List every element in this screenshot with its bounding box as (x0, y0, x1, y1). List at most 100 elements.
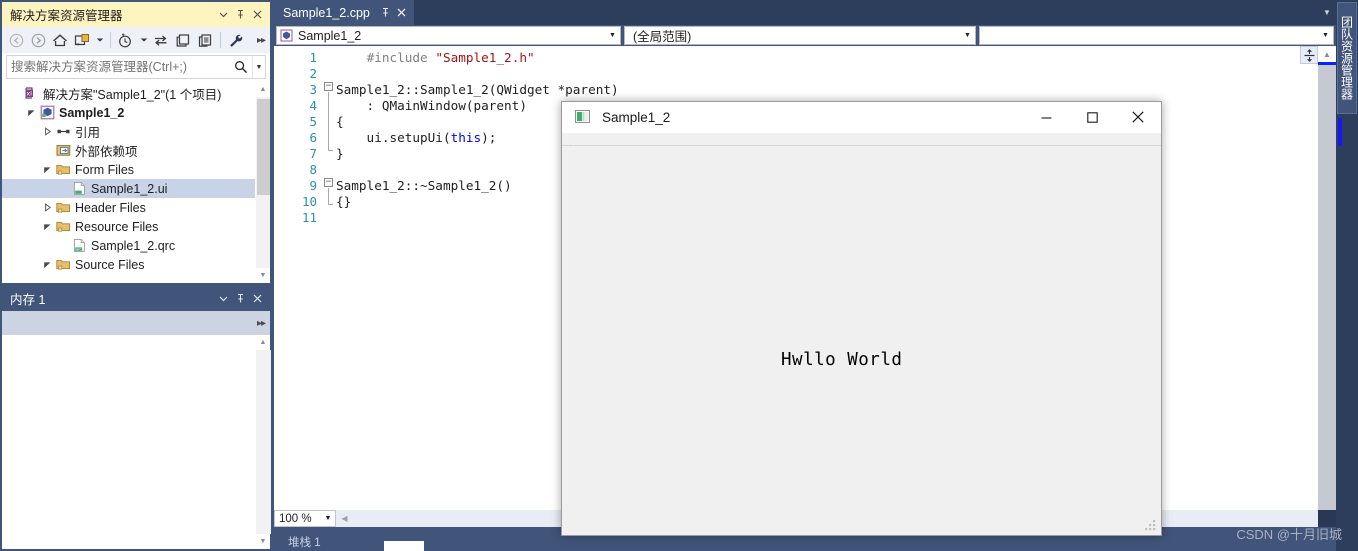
tree-item-sample1_21[interactable]: xI 解决方案"Sample1_2"(1 个项目) (2, 84, 255, 103)
fold-toggle-icon[interactable]: − (324, 82, 333, 91)
search-input[interactable] (7, 60, 230, 74)
expander-expanded-icon[interactable] (40, 260, 54, 269)
expander-expanded-icon[interactable] (40, 165, 54, 174)
tree-item-label: Resource Files (75, 219, 159, 234)
navbar-member-combo[interactable]: (全局范围) ▼ (624, 26, 976, 45)
sync-icon[interactable] (150, 29, 172, 51)
tree-item-sample1_2.qrc[interactable]: qrc Sample1_2.qrc (2, 236, 255, 255)
pending-changes-dropdown-icon[interactable] (137, 29, 150, 51)
class-icon (277, 29, 295, 42)
back-icon[interactable] (5, 29, 27, 51)
tree-item-sample1_2[interactable]: Sample1_2 (2, 103, 255, 122)
caret-left-icon[interactable]: ◀ (336, 510, 353, 527)
tree-item-node2[interactable]: 引用 (2, 122, 255, 141)
scroll-up-icon[interactable]: ▲ (1318, 46, 1336, 62)
scroll-thumb[interactable] (256, 99, 270, 195)
new-folder-dropdown-icon[interactable] (93, 29, 106, 51)
line-number: 4 (309, 98, 317, 113)
pin-icon[interactable] (232, 290, 249, 307)
split-editor-icon[interactable] (1300, 46, 1318, 64)
code-token: ); (481, 130, 497, 145)
editor-tabstrip: Sample1_2.cpp ▼ (274, 0, 1336, 25)
solution-tree[interactable]: xI 解决方案"Sample1_2"(1 个项目) Sample1_2 引用外部依赖项… (2, 82, 255, 283)
solution-explorer-title: 解决方案资源管理器 (10, 9, 123, 23)
pin-icon[interactable] (378, 4, 394, 22)
qt-application-window[interactable]: Sample1_2 Hwllo World (561, 101, 1162, 536)
scroll-track[interactable] (255, 350, 271, 534)
home-icon[interactable] (49, 29, 71, 51)
chevron-down-icon[interactable]: ▼ (321, 515, 335, 522)
pending-changes-icon[interactable] (115, 29, 137, 51)
solution-explorer-search[interactable]: ▼ (6, 55, 266, 79)
solution-tree-scrollbar[interactable]: ▲ ▼ (255, 82, 270, 283)
scroll-up-icon[interactable]: ▲ (256, 335, 271, 350)
chevron-down-icon[interactable] (215, 290, 232, 307)
editor-vertical-scrollbar[interactable]: ▲ (1318, 46, 1336, 510)
code-token: ui.setupUi( (336, 130, 451, 145)
svg-text:qrc: qrc (76, 247, 81, 251)
memory-content-area[interactable] (2, 335, 255, 549)
scroll-down-icon[interactable]: ▼ (256, 534, 271, 549)
expander-collapsed-icon[interactable] (40, 127, 54, 136)
scroll-track[interactable] (1318, 65, 1336, 510)
tree-item-sourcefiles[interactable]: Source Files (2, 255, 255, 274)
menubar-grip-icon (567, 137, 571, 149)
toolbar-separator (110, 32, 111, 48)
navbar-third-combo[interactable]: ▼ (979, 26, 1334, 45)
code-token: { (336, 114, 344, 129)
pin-icon[interactable] (232, 6, 249, 23)
memory-scrollbar[interactable]: ▲ ▼ (255, 335, 271, 549)
expander-expanded-icon[interactable] (24, 108, 38, 117)
qt-client-area[interactable]: Hwllo World (562, 146, 1161, 535)
properties-wrench-icon[interactable] (225, 29, 247, 51)
qt-window-titlebar[interactable]: Sample1_2 (562, 102, 1161, 133)
stack-tab-label: 堆栈 1 (288, 537, 321, 549)
tree-item-formfiles[interactable]: Form Files (2, 160, 255, 179)
toolbar-overflow-icon[interactable]: ▸▸ (257, 35, 267, 46)
close-icon[interactable] (249, 290, 266, 307)
expander-expanded-icon[interactable] (40, 222, 54, 231)
solution-explorer-panel: 解决方案资源管理器 ▸▸ 搜索解决方案资源管理器(Ctrl+;) ▼ xI 解决… (2, 2, 270, 283)
new-folder-icon[interactable] (71, 29, 93, 51)
toolbar-separator-2 (220, 32, 221, 48)
tab-sample1-2-cpp[interactable]: Sample1_2.cpp (274, 0, 414, 25)
navbar-scope-combo[interactable]: Sample1_2 ▼ (276, 26, 621, 45)
code-folding-column[interactable]: − − (322, 46, 336, 510)
tree-item-headerfiles[interactable]: Header Files (2, 198, 255, 217)
fold-toggle-icon[interactable]: − (324, 178, 333, 187)
tree-item-label: 外部依赖项 (75, 145, 138, 159)
tree-item-label: Sample1_2 (59, 105, 125, 120)
scroll-up-icon[interactable]: ▲ (256, 82, 271, 97)
search-icon[interactable] (230, 56, 252, 78)
search-options-dropdown-icon[interactable]: ▼ (252, 56, 265, 78)
close-icon[interactable] (249, 6, 266, 23)
chevron-down-icon[interactable]: ▼ (1318, 32, 1333, 39)
resize-grip-icon[interactable] (1144, 519, 1157, 532)
maximize-button[interactable] (1069, 102, 1115, 132)
collapse-all-icon[interactable] (172, 29, 194, 51)
stack-tab[interactable]: 堆栈 1 (288, 533, 321, 551)
scroll-track[interactable] (255, 97, 270, 268)
minimize-button[interactable] (1023, 102, 1069, 132)
chevron-down-icon[interactable]: ▼ (605, 32, 620, 39)
close-button[interactable] (1115, 102, 1161, 132)
tree-item-resourcefiles[interactable]: Resource Files (2, 217, 255, 236)
chevron-down-icon[interactable] (215, 6, 232, 23)
team-explorer-tab[interactable]: 团队资源管理器 (1337, 2, 1357, 114)
show-all-files-icon[interactable] (194, 29, 216, 51)
forward-icon[interactable] (27, 29, 49, 51)
tree-item-node3[interactable]: 外部依赖项 (2, 141, 255, 160)
close-icon[interactable] (394, 4, 410, 22)
qt-menubar[interactable] (562, 133, 1161, 149)
tree-item-sample1_2.ui[interactable]: Sample1_2.ui (2, 179, 255, 198)
chevron-down-icon[interactable]: ▼ (960, 32, 975, 39)
tabstrip-dropdown-icon[interactable]: ▼ (1318, 0, 1336, 25)
code-token: Sample1_2::~Sample1_2() (336, 178, 512, 193)
expander-collapsed-icon[interactable] (40, 203, 54, 212)
references-icon (54, 124, 73, 139)
line-number: 7 (309, 146, 317, 161)
zoom-level-combo[interactable]: 100 % ▼ (274, 510, 336, 527)
scroll-down-icon[interactable]: ▼ (256, 268, 271, 283)
line-number: 11 (301, 210, 317, 225)
memory-toolbar-overflow-icon[interactable]: ▸▸ (257, 318, 267, 329)
